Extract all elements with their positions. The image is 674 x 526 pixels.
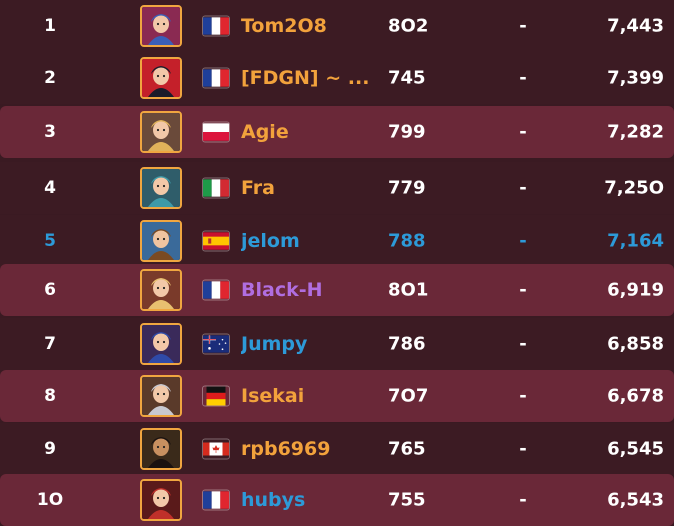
player-points: 6,678 (607, 385, 664, 407)
player-name[interactable]: Black-H (241, 279, 381, 301)
leaderboard-row[interactable]: 2 [FDGN] ~ ... 745 - 7,399 (0, 52, 674, 104)
player-avatar[interactable] (140, 167, 182, 209)
player-name[interactable]: Tom2O8 (241, 15, 381, 37)
leaderboard-row[interactable]: 6 Black-H 8O1 - 6,919 (0, 264, 674, 316)
placeholder-dash: - (519, 15, 527, 37)
player-avatar[interactable] (140, 323, 182, 365)
player-level: 755 (388, 489, 426, 511)
leaderboard-row[interactable]: 5 jelom 788 - 7,164 (0, 215, 674, 267)
leaderboard-row[interactable]: 4 Fra 779 - 7,25O (0, 162, 674, 214)
player-name[interactable]: jelom (241, 230, 381, 252)
rank-number: 5 (44, 231, 56, 251)
placeholder-dash: - (519, 385, 527, 407)
placeholder-dash: - (519, 333, 527, 355)
rank-number: 6 (44, 280, 56, 300)
placeholder-dash: - (519, 177, 527, 199)
rank-number: 1O (36, 490, 64, 510)
player-level: 8O2 (388, 15, 429, 37)
player-avatar[interactable] (140, 5, 182, 47)
player-level: 799 (388, 121, 426, 143)
player-avatar[interactable] (140, 479, 182, 521)
rank-number: 4 (44, 178, 56, 198)
player-name[interactable]: Isekai (241, 385, 381, 407)
player-points: 7,25O (604, 177, 664, 199)
player-points: 7,282 (607, 121, 664, 143)
placeholder-dash: - (519, 121, 527, 143)
player-avatar[interactable] (140, 428, 182, 470)
player-points: 6,545 (607, 438, 664, 460)
player-avatar[interactable] (140, 220, 182, 262)
country-flag-icon (202, 489, 230, 511)
player-avatar[interactable] (140, 111, 182, 153)
player-avatar[interactable] (140, 57, 182, 99)
player-points: 7,443 (607, 15, 664, 37)
leaderboard-row[interactable]: 7 Jumpy 786 - 6,858 (0, 318, 674, 370)
placeholder-dash: - (519, 279, 527, 301)
player-points: 6,543 (607, 489, 664, 511)
rank-number: 2 (44, 68, 56, 88)
leaderboard-row[interactable]: 8 Isekai 7O7 - 6,678 (0, 370, 674, 422)
rank-number: 7 (44, 334, 56, 354)
player-avatar[interactable] (140, 375, 182, 417)
player-avatar[interactable] (140, 269, 182, 311)
player-points: 7,399 (607, 67, 664, 89)
rank-number: 8 (44, 386, 56, 406)
leaderboard-row[interactable]: 3 Agie 799 - 7,282 (0, 106, 674, 158)
rank-number: 3 (44, 122, 56, 142)
player-name[interactable]: rpb6969 (241, 438, 381, 460)
placeholder-dash: - (519, 489, 527, 511)
placeholder-dash: - (519, 230, 527, 252)
leaderboard-row[interactable]: 9 rpb6969 765 - 6,545 (0, 423, 674, 475)
player-points: 6,858 (607, 333, 664, 355)
player-level: 7O7 (388, 385, 429, 407)
player-name[interactable]: Fra (241, 177, 381, 199)
country-flag-icon (202, 438, 230, 460)
country-flag-icon (202, 230, 230, 252)
country-flag-icon (202, 385, 230, 407)
leaderboard-row[interactable]: 1O hubys 755 - 6,543 (0, 474, 674, 526)
country-flag-icon (202, 177, 230, 199)
player-name[interactable]: Agie (241, 121, 381, 143)
leaderboard: 1 Tom2O8 8O2-7,443 2 [FDGN] ~ ... 745-7,399 3 A… (0, 0, 674, 526)
country-flag-icon (202, 121, 230, 143)
rank-number: 1 (44, 16, 56, 36)
player-name[interactable]: hubys (241, 489, 381, 511)
player-points: 6,919 (607, 279, 664, 301)
player-level: 788 (388, 230, 426, 252)
player-points: 7,164 (607, 230, 664, 252)
player-name[interactable]: Jumpy (241, 333, 381, 355)
country-flag-icon (202, 279, 230, 301)
placeholder-dash: - (519, 438, 527, 460)
player-level: 765 (388, 438, 426, 460)
country-flag-icon (202, 67, 230, 89)
country-flag-icon (202, 333, 230, 355)
leaderboard-row[interactable]: 1 Tom2O8 8O2 - 7,443 (0, 0, 674, 52)
player-name[interactable]: [FDGN] ~ ... (241, 67, 381, 89)
player-level: 779 (388, 177, 426, 199)
placeholder-dash: - (519, 67, 527, 89)
country-flag-icon (202, 15, 230, 37)
player-level: 8O1 (388, 279, 429, 301)
rank-number: 9 (44, 439, 56, 459)
player-level: 786 (388, 333, 426, 355)
player-level: 745 (388, 67, 426, 89)
